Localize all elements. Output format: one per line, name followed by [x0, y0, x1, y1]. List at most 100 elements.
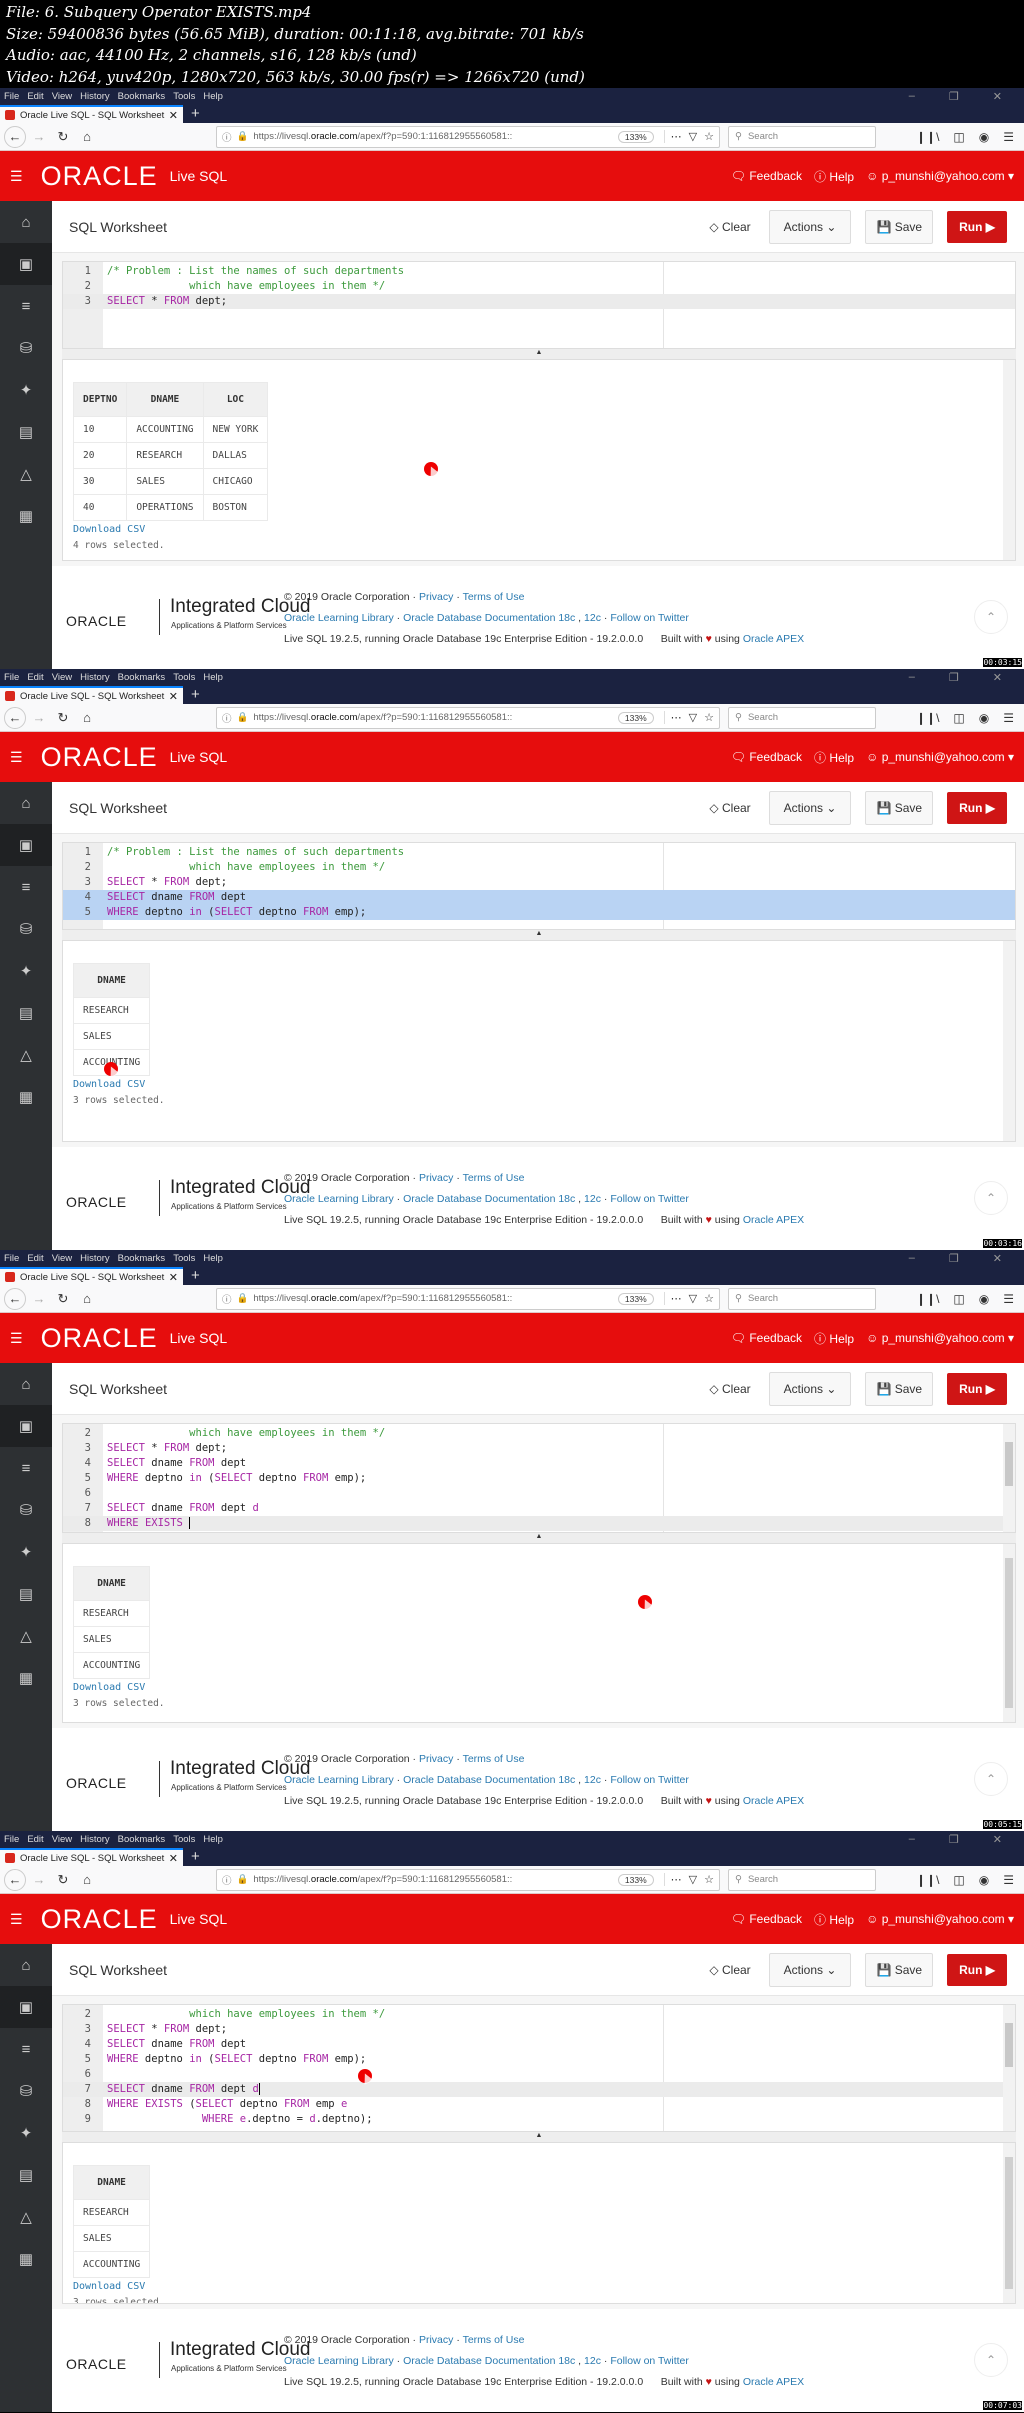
code-text[interactable]: WHERE e.deptno = d.deptno); — [103, 2112, 373, 2127]
menu-history[interactable]: History — [80, 91, 110, 102]
sidebar-item-schema[interactable]: ⛁ — [0, 1489, 52, 1531]
code-text[interactable]: SELECT * FROM dept; — [103, 1441, 227, 1456]
menu-file[interactable]: File — [4, 1834, 19, 1845]
code-line[interactable]: 3 SELECT * FROM dept; — [63, 875, 1015, 890]
restore-icon[interactable]: ❐ — [949, 1833, 959, 1846]
account-icon[interactable]: ◉ — [979, 1292, 989, 1306]
home-icon[interactable]: ⌂ — [76, 126, 98, 148]
new-tab-button[interactable]: + — [183, 1848, 208, 1866]
close-tab-icon[interactable]: ✕ — [169, 1852, 178, 1865]
browser-tab[interactable]: Oracle Live SQL - SQL Worksheet ✕ — [0, 105, 183, 123]
code-line[interactable]: 3 SELECT * FROM dept; — [63, 2022, 1015, 2037]
menu-bookmarks[interactable]: Bookmarks — [118, 672, 166, 683]
sidebar-item-session[interactable]: ≡ — [0, 2028, 52, 2070]
search-input[interactable]: ⚲ Search — [728, 706, 876, 729]
reload-icon[interactable]: ↻ — [52, 126, 74, 148]
save-button[interactable]: 💾 Save — [865, 790, 934, 825]
user-menu[interactable]: ☺ p_munshi@yahoo.com ▾ — [866, 169, 1014, 183]
menu-edit[interactable]: Edit — [27, 672, 43, 683]
menu-edit[interactable]: Edit — [27, 91, 43, 102]
clear-button[interactable]: ◇ Clear — [705, 801, 754, 815]
menu-tools[interactable]: Tools — [173, 91, 195, 102]
user-menu[interactable]: ☺ p_munshi@yahoo.com ▾ — [866, 1331, 1014, 1345]
account-icon[interactable]: ◉ — [979, 711, 989, 725]
sidebar-item-sql-worksheet[interactable]: ▣ — [0, 243, 52, 285]
menu-file[interactable]: File — [4, 91, 19, 102]
results-scroll-thumb[interactable] — [1005, 1558, 1013, 1708]
sidebar-item-tutorials[interactable]: △ — [0, 1034, 52, 1076]
sql-editor[interactable]: 2 which have employees in them */3 SELECT… — [62, 1423, 1016, 1533]
info-icon[interactable]: ⓘ — [222, 711, 232, 725]
menu-tools[interactable]: Tools — [173, 1834, 195, 1845]
help-link[interactable]: ⓘ Help — [814, 1911, 854, 1928]
run-button[interactable]: Run ▶ — [947, 210, 1007, 243]
collapse-arrow-icon[interactable]: ▲ — [536, 349, 543, 359]
sidebar-item-tutorials[interactable]: △ — [0, 1615, 52, 1657]
code-line[interactable]: 1 /* Problem : List the names of such dep… — [63, 264, 1015, 279]
clear-button[interactable]: ◇ Clear — [705, 220, 754, 234]
restore-icon[interactable]: ❐ — [949, 90, 959, 103]
info-icon[interactable]: ⓘ — [222, 1292, 232, 1306]
apex-link[interactable]: Oracle APEX — [743, 633, 804, 645]
search-input[interactable]: ⚲ Search — [728, 1287, 876, 1310]
sidebar-item-quick-sql[interactable]: ✦ — [0, 369, 52, 411]
home-icon[interactable]: ⌂ — [76, 1869, 98, 1891]
download-csv-link[interactable]: Download CSV — [73, 524, 145, 535]
browser-tab[interactable]: Oracle Live SQL - SQL Worksheet ✕ — [0, 686, 183, 704]
menu-history[interactable]: History — [80, 1253, 110, 1264]
privacy-link[interactable]: Privacy — [419, 591, 453, 603]
code-text[interactable]: which have employees in them */ — [103, 2007, 385, 2022]
library-icon[interactable]: ❙❙\ — [916, 1873, 939, 1887]
documentation-12c-link[interactable]: 12c — [584, 2355, 601, 2367]
info-icon[interactable]: ⓘ — [222, 1873, 232, 1887]
zoom-level[interactable]: 133% — [617, 711, 654, 724]
learning-library-link[interactable]: Oracle Learning Library — [284, 1193, 394, 1205]
menu-bookmarks[interactable]: Bookmarks — [118, 1253, 166, 1264]
code-line[interactable]: 4 SELECT dname FROM dept — [63, 1456, 1015, 1471]
url-bar[interactable]: ⓘ 🔒 https://livesql.oracle.com/apex/f?p=… — [216, 1868, 720, 1891]
forward-icon[interactable]: → — [28, 1288, 50, 1310]
sidebar-item-schema[interactable]: ⛁ — [0, 2070, 52, 2112]
code-text[interactable]: WHERE deptno in (SELECT deptno FROM emp)… — [103, 2052, 366, 2067]
collapse-arrow-icon[interactable]: ▲ — [536, 1533, 543, 1543]
code-text[interactable]: which have employees in them */ — [103, 279, 385, 294]
account-icon[interactable]: ◉ — [979, 1873, 989, 1887]
terms-link[interactable]: Terms of Use — [463, 1753, 525, 1765]
documentation-18c-link[interactable]: Oracle Database Documentation 18c — [403, 1193, 575, 1205]
bookmark-star-icon[interactable]: ☆ — [704, 130, 714, 143]
code-line[interactable]: 4 SELECT dname FROM dept — [63, 2037, 1015, 2052]
product-name[interactable]: Live SQL — [170, 749, 228, 765]
oracle-logo[interactable]: ORACLE — [41, 1904, 158, 1935]
menu-help[interactable]: Help — [203, 672, 223, 683]
close-tab-icon[interactable]: ✕ — [169, 1271, 178, 1284]
code-text[interactable]: SELECT dname FROM dept d — [103, 2082, 260, 2097]
code-text[interactable]: /* Problem : List the names of such depa… — [103, 264, 404, 279]
reload-icon[interactable]: ↻ — [52, 707, 74, 729]
more-actions-icon[interactable]: ⋯ — [671, 711, 682, 724]
sidebar-item-sql-worksheet[interactable]: ▣ — [0, 824, 52, 866]
back-icon[interactable]: ← — [4, 1287, 26, 1310]
sidebar-item-library[interactable]: ▦ — [0, 2238, 52, 2280]
minimize-icon[interactable]: – — [909, 1252, 915, 1265]
menu-view[interactable]: View — [52, 1834, 72, 1845]
code-line[interactable]: 8 WHERE EXISTS (SELECT deptno FROM emp e — [63, 2097, 1015, 2112]
run-button[interactable]: Run ▶ — [947, 1953, 1007, 1986]
account-icon[interactable]: ◉ — [979, 130, 989, 144]
product-name[interactable]: Live SQL — [170, 1330, 228, 1346]
code-text[interactable]: WHERE deptno in (SELECT deptno FROM emp)… — [103, 905, 367, 920]
info-icon[interactable]: ⓘ — [222, 130, 232, 144]
sidebar-item-tutorials[interactable]: △ — [0, 453, 52, 495]
code-text[interactable] — [103, 2067, 107, 2082]
code-line[interactable]: 2 which have employees in them */ — [63, 2007, 1015, 2022]
results-scrollbar[interactable] — [1003, 360, 1015, 560]
learning-library-link[interactable]: Oracle Learning Library — [284, 2355, 394, 2367]
pocket-icon[interactable]: ▽ — [689, 130, 697, 143]
run-button[interactable]: Run ▶ — [947, 1372, 1007, 1405]
sidebar-item-library[interactable]: ▦ — [0, 495, 52, 537]
scroll-to-top-button[interactable]: ⌃ — [974, 1181, 1008, 1215]
url-bar[interactable]: ⓘ 🔒 https://livesql.oracle.com/apex/f?p=… — [216, 125, 720, 148]
sidebar-item-sql-worksheet[interactable]: ▣ — [0, 1986, 52, 2028]
sidebar-item-session[interactable]: ≡ — [0, 285, 52, 327]
sidebar-item-schema[interactable]: ⛁ — [0, 327, 52, 369]
code-text[interactable] — [103, 1486, 107, 1501]
